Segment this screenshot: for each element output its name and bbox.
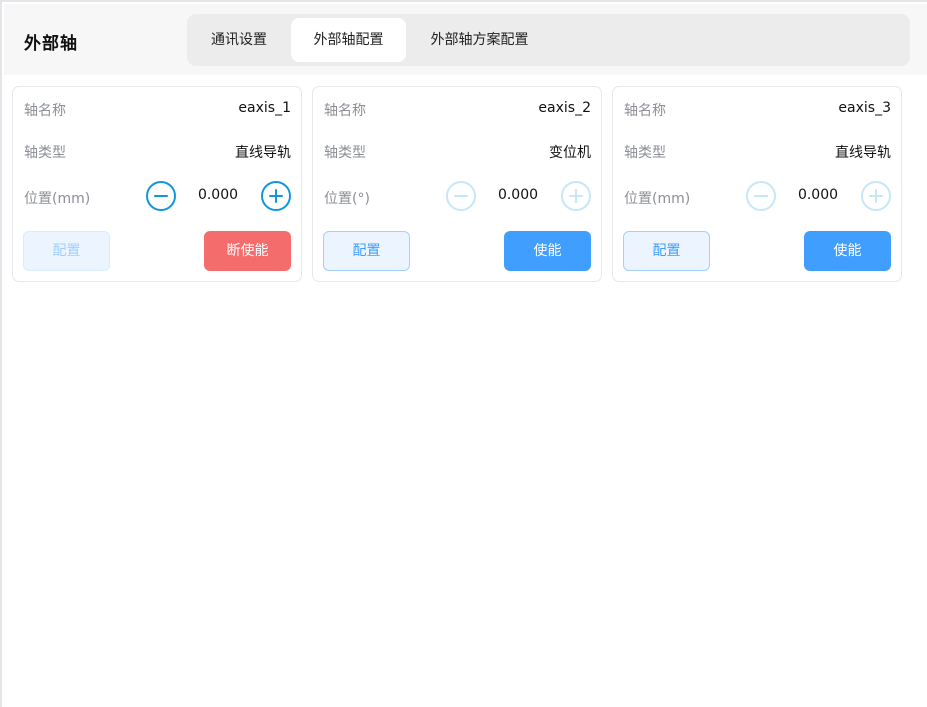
- minus-circle-icon[interactable]: [146, 181, 176, 211]
- axis-name-label: 轴名称: [24, 103, 66, 119]
- axis-card-3: 轴名称 eaxis_3 轴类型 直线导轨 位置(mm) 0.000 配置 使能: [612, 86, 902, 282]
- position-value: 0.000: [797, 187, 839, 203]
- axis-name-value: eaxis_3: [838, 100, 891, 116]
- axis-card-1: 轴名称 eaxis_1 轴类型 直线导轨 位置(mm) 0.000 配置 断使能: [12, 86, 302, 282]
- axis-card-2: 轴名称 eaxis_2 轴类型 变位机 位置(°) 0.000 配置 使能: [312, 86, 602, 282]
- page-header: 外部轴 通讯设置 外部轴配置 外部轴方案配置: [4, 4, 927, 75]
- config-button[interactable]: 配置: [23, 231, 110, 271]
- axis-type-value: 直线导轨: [835, 145, 891, 161]
- enable-button[interactable]: 使能: [504, 231, 591, 271]
- position-value: 0.000: [497, 187, 539, 203]
- axis-name-value: eaxis_2: [538, 100, 591, 116]
- axis-type-value: 变位机: [549, 145, 591, 161]
- tab-external-axis-config[interactable]: 外部轴配置: [291, 18, 406, 62]
- position-label: 位置(mm): [624, 191, 691, 207]
- position-label: 位置(°): [324, 191, 370, 207]
- config-button[interactable]: 配置: [623, 231, 710, 271]
- axis-type-label: 轴类型: [624, 145, 666, 161]
- minus-circle-icon[interactable]: [746, 181, 776, 211]
- page-title: 外部轴: [24, 34, 78, 54]
- plus-circle-icon[interactable]: [861, 181, 891, 211]
- axis-type-label: 轴类型: [24, 145, 66, 161]
- axis-type-value: 直线导轨: [235, 145, 291, 161]
- axis-name-value: eaxis_1: [238, 100, 291, 116]
- position-value: 0.000: [197, 187, 239, 203]
- tab-external-axis-scheme-config[interactable]: 外部轴方案配置: [412, 18, 547, 62]
- tab-communication-settings[interactable]: 通讯设置: [191, 18, 287, 62]
- axis-name-label: 轴名称: [624, 103, 666, 119]
- axis-name-label: 轴名称: [324, 103, 366, 119]
- disable-button[interactable]: 断使能: [204, 231, 291, 271]
- position-label: 位置(mm): [24, 191, 91, 207]
- minus-circle-icon[interactable]: [446, 181, 476, 211]
- config-button[interactable]: 配置: [323, 231, 410, 271]
- plus-circle-icon[interactable]: [261, 181, 291, 211]
- axis-type-label: 轴类型: [324, 145, 366, 161]
- plus-circle-icon[interactable]: [561, 181, 591, 211]
- tab-bar: 通讯设置 外部轴配置 外部轴方案配置: [187, 14, 910, 66]
- enable-button[interactable]: 使能: [804, 231, 891, 271]
- app-frame: 外部轴 通讯设置 外部轴配置 外部轴方案配置 轴名称 eaxis_1 轴类型 直…: [0, 0, 927, 707]
